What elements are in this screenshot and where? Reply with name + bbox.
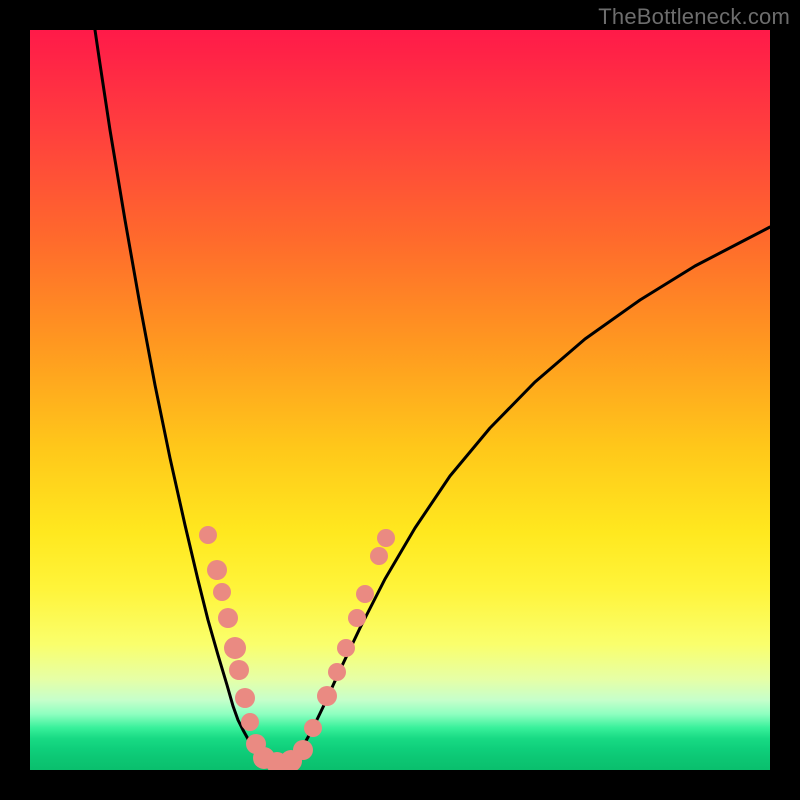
right-dot-6 (356, 585, 374, 603)
floor-dot-5 (293, 740, 313, 760)
right-dot-7 (370, 547, 388, 565)
right-dot-2 (317, 686, 337, 706)
right-dot-8 (377, 529, 395, 547)
plot-area (30, 30, 770, 770)
left-dot-2 (207, 560, 227, 580)
left-dot-4 (218, 608, 238, 628)
left-dot-1 (199, 526, 217, 544)
right-dot-5 (348, 609, 366, 627)
left-dot-8 (241, 713, 259, 731)
curve-overlay (30, 30, 770, 770)
watermark-text: TheBottleneck.com (598, 4, 790, 30)
left-dot-5 (224, 637, 246, 659)
data-dots (199, 526, 395, 770)
left-dot-3 (213, 583, 231, 601)
chart-frame: TheBottleneck.com (0, 0, 800, 800)
left-dot-7 (235, 688, 255, 708)
right-dot-4 (337, 639, 355, 657)
right-dot-3 (328, 663, 346, 681)
bottleneck-curve (95, 30, 770, 765)
right-dot-1 (304, 719, 322, 737)
bottleneck-curve-path (95, 30, 770, 765)
left-dot-6 (229, 660, 249, 680)
